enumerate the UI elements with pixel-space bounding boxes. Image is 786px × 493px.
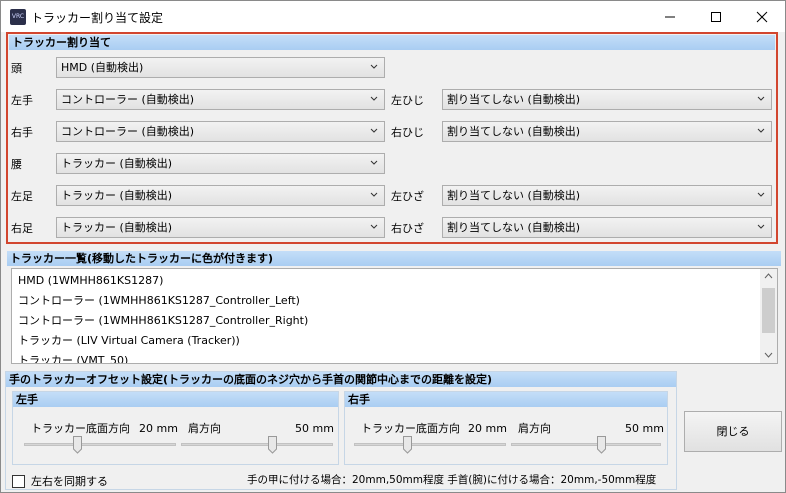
right-foot-label: 右足 (11, 222, 33, 235)
chevron-down-icon (757, 96, 765, 101)
minimize-button[interactable] (647, 1, 693, 32)
head-combo[interactable]: HMD (自動検出) (56, 57, 385, 78)
left-knee-combo-value: 割り当てしない (自動検出) (447, 189, 581, 202)
chevron-down-icon (757, 224, 765, 229)
waist-label: 腰 (11, 158, 22, 171)
sync-checkbox[interactable] (12, 475, 25, 488)
chevron-down-icon[interactable] (764, 352, 773, 358)
chevron-down-icon (757, 192, 765, 197)
right-foot-combo[interactable]: トラッカー (自動検出) (56, 217, 385, 238)
app-icon: VRC (10, 9, 26, 25)
sync-label: 左右を同期する (31, 475, 108, 488)
right-knee-label: 右ひざ (391, 222, 424, 235)
window-title: トラッカー割り当て設定 (31, 11, 164, 25)
right-shoulder-slider[interactable] (511, 443, 661, 446)
left-bottom-slider[interactable] (24, 443, 176, 446)
list-item[interactable]: HMD (1WMHH861KS1287) (18, 274, 163, 288)
left-elbow-combo[interactable]: 割り当てしない (自動検出) (442, 89, 772, 110)
head-label: 頭 (11, 62, 22, 75)
list-item[interactable]: コントローラー (1WMHH861KS1287_Controller_Left) (18, 294, 300, 308)
close-icon (756, 11, 768, 23)
waist-combo[interactable]: トラッカー (自動検出) (56, 153, 385, 174)
right-hand-combo[interactable]: コントローラー (自動検出) (56, 121, 385, 142)
left-shoulder-direction-value: 50 mm (295, 422, 334, 435)
left-bottom-direction-label: トラッカー底面方向 (31, 422, 130, 435)
right-bottom-direction-label: トラッカー底面方向 (361, 422, 460, 435)
right-shoulder-slider-thumb[interactable] (596, 436, 606, 454)
list-item[interactable]: トラッカー (LIV Virtual Camera (Tracker)) (18, 334, 240, 348)
left-shoulder-direction-label: 肩方向 (188, 422, 221, 435)
tracker-list-header: トラッカー一覧(移動したトラッカーに色が付きます) (7, 251, 781, 266)
minimize-icon (665, 16, 675, 18)
chevron-down-icon (757, 128, 765, 133)
list-item[interactable]: コントローラー (1WMHH861KS1287_Controller_Right… (18, 314, 308, 328)
maximize-button[interactable] (693, 1, 739, 32)
chevron-down-icon (370, 160, 378, 165)
left-shoulder-slider[interactable] (181, 443, 333, 446)
right-knee-combo-value: 割り当てしない (自動検出) (447, 221, 581, 234)
list-scroll-thumb[interactable] (762, 288, 775, 333)
tracker-assignment-window: VRC トラッカー割り当て設定 トラッカー割り当て 頭 HMD (自動検出) 左… (0, 0, 786, 493)
close-button[interactable]: 閉じる (684, 411, 782, 452)
right-hand-offset-title: 右手 (345, 392, 667, 407)
right-knee-combo[interactable]: 割り当てしない (自動検出) (442, 217, 772, 238)
left-knee-combo[interactable]: 割り当てしない (自動検出) (442, 185, 772, 206)
left-knee-label: 左ひざ (391, 190, 424, 203)
left-hand-combo[interactable]: コントローラー (自動検出) (56, 89, 385, 110)
right-elbow-combo[interactable]: 割り当てしない (自動検出) (442, 121, 772, 142)
offset-hint-text: 手の甲に付ける場合：20mm,50mm程度 手首(腕)に付ける場合：20mm,-… (247, 474, 657, 486)
close-window-button[interactable] (739, 1, 785, 32)
chevron-down-icon (370, 192, 378, 197)
chevron-down-icon (370, 96, 378, 101)
chevron-up-icon[interactable] (764, 273, 773, 279)
chevron-down-icon (370, 128, 378, 133)
left-foot-combo-value: トラッカー (自動検出) (61, 189, 173, 202)
list-scrollbar[interactable] (760, 269, 777, 363)
left-bottom-direction-value: 20 mm (139, 422, 178, 435)
waist-combo-value: トラッカー (自動検出) (61, 157, 173, 170)
offset-settings-header: 手のトラッカーオフセット設定(トラッカーの底面のネジ穴から手首の関節中心までの距… (6, 372, 676, 387)
left-elbow-label: 左ひじ (391, 94, 424, 107)
right-bottom-direction-value: 20 mm (468, 422, 507, 435)
right-elbow-label: 右ひじ (391, 126, 424, 139)
left-hand-offset-title: 左手 (13, 392, 338, 407)
tracker-listbox[interactable]: HMD (1WMHH861KS1287) コントローラー (1WMHH861KS… (11, 268, 778, 364)
right-foot-combo-value: トラッカー (自動検出) (61, 221, 173, 234)
right-bottom-slider[interactable] (354, 443, 506, 446)
left-hand-label: 左手 (11, 94, 33, 107)
head-combo-value: HMD (自動検出) (61, 61, 144, 74)
right-hand-combo-value: コントローラー (自動検出) (61, 125, 195, 138)
chevron-down-icon (370, 224, 378, 229)
right-elbow-combo-value: 割り当てしない (自動検出) (447, 125, 581, 138)
right-hand-label: 右手 (11, 126, 33, 139)
maximize-icon (711, 12, 721, 22)
left-bottom-slider-thumb[interactable] (72, 436, 82, 454)
left-shoulder-slider-thumb[interactable] (267, 436, 277, 454)
left-foot-combo[interactable]: トラッカー (自動検出) (56, 185, 385, 206)
right-shoulder-direction-label: 肩方向 (518, 422, 551, 435)
title-bar: VRC トラッカー割り当て設定 (1, 1, 785, 32)
list-item[interactable]: トラッカー (VMT_50) (18, 354, 128, 363)
left-hand-combo-value: コントローラー (自動検出) (61, 93, 195, 106)
left-foot-label: 左足 (11, 190, 33, 203)
assignment-group-header: トラッカー割り当て (9, 35, 775, 50)
right-bottom-slider-thumb[interactable] (402, 436, 412, 454)
left-elbow-combo-value: 割り当てしない (自動検出) (447, 93, 581, 106)
chevron-down-icon (370, 64, 378, 69)
right-shoulder-direction-value: 50 mm (625, 422, 664, 435)
